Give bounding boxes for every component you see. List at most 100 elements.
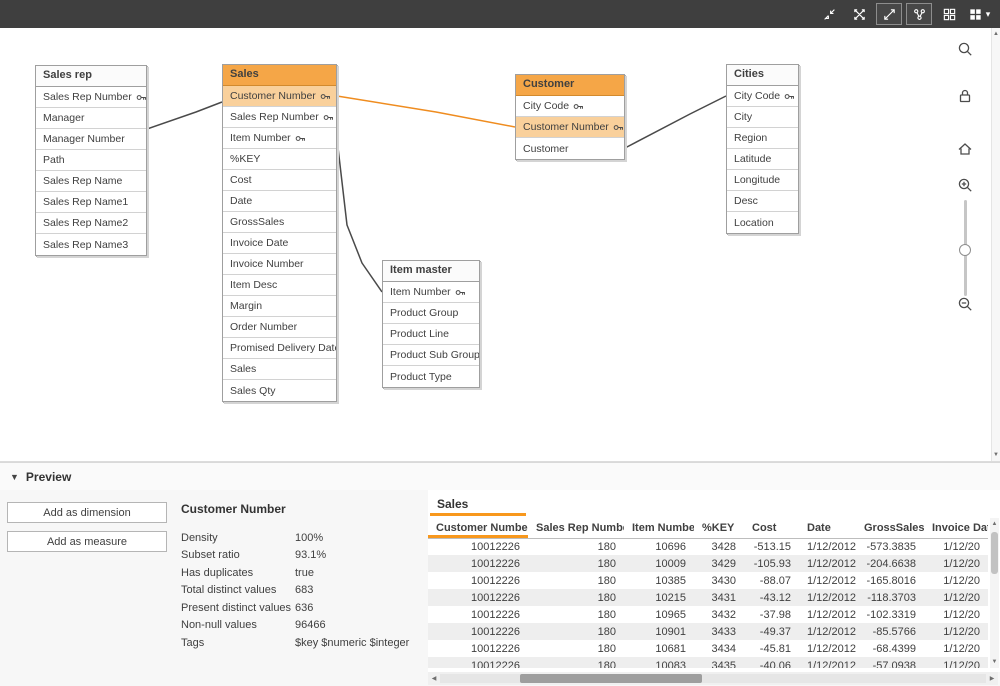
field-product-type[interactable]: Product Type [383,366,479,387]
table-cell: 1/12/20 [924,538,988,555]
field-sales-rep-number[interactable]: Sales Rep Number [223,107,336,128]
field-invoice-date[interactable]: Invoice Date [223,233,336,254]
column-header-sales-rep-number[interactable]: Sales Rep Number [528,518,624,538]
field-city-code[interactable]: City Code [727,86,798,107]
lock-icon[interactable] [954,85,976,107]
field-sales-qty[interactable]: Sales Qty [223,380,336,401]
scroll-left-icon[interactable]: ◀ [428,675,440,683]
scroll-up-icon[interactable]: ▲ [993,30,999,38]
field-sales-rep-name2[interactable]: Sales Rep Name2 [36,213,146,234]
stat-tags: Tags$key $numeric $integer [181,634,421,652]
column-header-cost[interactable]: Cost [744,518,799,538]
scroll-track[interactable] [440,674,986,683]
table-cell: 10012226 [428,538,528,555]
expand-diagonal-icon[interactable] [876,3,902,25]
field-city[interactable]: City [727,107,798,128]
field-region[interactable]: Region [727,128,798,149]
data-model-canvas[interactable]: Sales repSales Rep NumberManagerManager … [0,28,1000,462]
view-menu-icon[interactable]: ▾ [966,3,992,25]
field-location[interactable]: Location [727,212,798,233]
collapse-preview-icon[interactable]: ▼ [10,472,19,482]
table-title[interactable]: Cities [727,65,798,86]
home-icon[interactable] [954,138,976,160]
scroll-down-icon[interactable]: ▼ [992,658,998,666]
key-icon [573,101,584,112]
zoom-out-icon[interactable] [954,293,976,315]
scroll-down-icon[interactable]: ▼ [993,451,999,459]
field-sales[interactable]: Sales [223,359,336,380]
field-sales-rep-name[interactable]: Sales Rep Name [36,171,146,192]
field-item-number[interactable]: Item Number [383,282,479,303]
preview-table-tab[interactable]: Sales [430,496,526,516]
stat-label: Present distinct values [181,602,295,614]
field-label: Product Sub Group [390,349,479,361]
field-item-desc[interactable]: Item Desc [223,275,336,296]
column-header-customer-number[interactable]: Customer Number [428,518,528,538]
field-sales-rep-number[interactable]: Sales Rep Number [36,87,146,108]
field-invoice-number[interactable]: Invoice Number [223,254,336,275]
column-header-key[interactable]: %KEY [694,518,744,538]
field-city-code[interactable]: City Code [516,96,624,117]
canvas-vertical-scrollbar[interactable]: ▲ ▼ [991,28,1000,461]
field-key[interactable]: %KEY [223,149,336,170]
preview-header[interactable]: ▼ Preview [0,462,1000,490]
field-item-number[interactable]: Item Number [223,128,336,149]
search-icon[interactable] [954,38,976,60]
scroll-thumb[interactable] [991,532,998,574]
field-product-group[interactable]: Product Group [383,303,479,324]
model-table-item-master[interactable]: Item masterItem NumberProduct Group Produ… [382,260,480,388]
table-title[interactable]: Sales [223,65,336,86]
table-row: 10012226180100833435-40.061/12/2012-57.0… [428,657,988,668]
field-desc[interactable]: Desc [727,191,798,212]
field-manager[interactable]: Manager [36,108,146,129]
field-date[interactable]: Date [223,191,336,212]
field-cost[interactable]: Cost [223,170,336,191]
scroll-thumb[interactable] [520,674,702,683]
field-customer-number[interactable]: Customer Number [516,117,624,138]
table-title[interactable]: Item master [383,261,479,282]
field-customer[interactable]: Customer [516,138,624,159]
preview-horizontal-scrollbar[interactable]: ◀ ▶ [428,672,998,685]
field-product-line[interactable]: Product Line [383,324,479,345]
model-table-customer[interactable]: CustomerCity CodeCustomer NumberCustomer [515,74,625,160]
key-icon [784,91,795,102]
expand-x-icon[interactable] [846,3,872,25]
add-as-measure-button[interactable]: Add as measure [7,531,167,552]
zoom-slider[interactable] [954,200,976,296]
column-header-grosssales[interactable]: GrossSales [856,518,924,538]
grid-layout-icon[interactable] [936,3,962,25]
field-promised-delivery-date[interactable]: Promised Delivery Date [223,338,336,359]
model-table-sales-rep[interactable]: Sales repSales Rep NumberManagerManager … [35,65,147,256]
model-table-cities[interactable]: CitiesCity CodeCityRegionLatitudeLongitu… [726,64,799,234]
field-label: Sales Rep Number [230,111,319,123]
data-model-view-icon[interactable] [906,3,932,25]
field-latitude[interactable]: Latitude [727,149,798,170]
zoom-slider-handle[interactable] [959,244,971,256]
table-cell: 180 [528,606,624,623]
field-order-number[interactable]: Order Number [223,317,336,338]
field-label: Product Line [390,328,449,340]
table-cell: -57.0938 [856,657,924,668]
field-product-sub-group[interactable]: Product Sub Group [383,345,479,366]
table-title[interactable]: Sales rep [36,66,146,87]
field-sales-rep-name3[interactable]: Sales Rep Name3 [36,234,146,255]
field-customer-number[interactable]: Customer Number [223,86,336,107]
field-longitude[interactable]: Longitude [727,170,798,191]
column-header-invoice-date[interactable]: Invoice Date [924,518,988,538]
scroll-right-icon[interactable]: ▶ [986,675,998,683]
field-sales-rep-name1[interactable]: Sales Rep Name1 [36,192,146,213]
table-row: 10012226180106813434-45.811/12/2012-68.4… [428,640,988,657]
field-path[interactable]: Path [36,150,146,171]
table-title[interactable]: Customer [516,75,624,96]
field-margin[interactable]: Margin [223,296,336,317]
preview-vertical-scrollbar[interactable]: ▲ ▼ [990,518,999,668]
field-grosssales[interactable]: GrossSales [223,212,336,233]
model-table-sales[interactable]: SalesCustomer NumberSales Rep NumberItem… [222,64,337,402]
scroll-up-icon[interactable]: ▲ [992,520,998,528]
collapse-diagonal-icon[interactable] [816,3,842,25]
add-as-dimension-button[interactable]: Add as dimension [7,502,167,523]
zoom-in-icon[interactable] [954,174,976,196]
column-header-item-number[interactable]: Item Number [624,518,694,538]
field-manager-number[interactable]: Manager Number [36,129,146,150]
column-header-date[interactable]: Date [799,518,856,538]
